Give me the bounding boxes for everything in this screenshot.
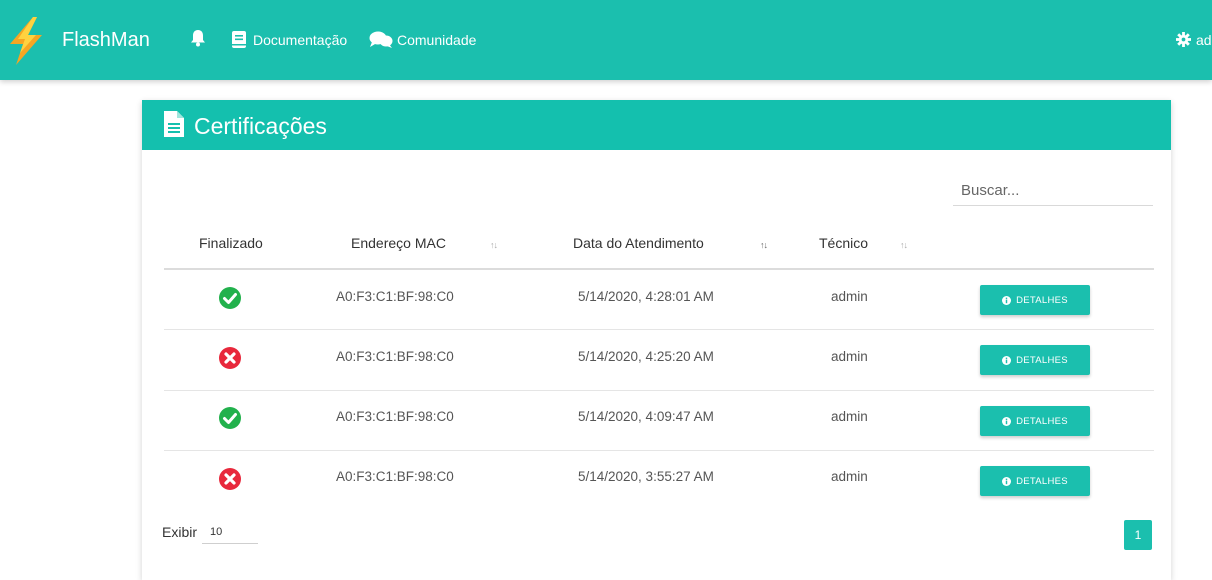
- date-cell: 5/14/2020, 4:25:20 AM: [578, 349, 714, 364]
- date-cell: 5/14/2020, 4:09:47 AM: [578, 409, 714, 424]
- column-header-tecnico[interactable]: Técnico: [819, 234, 868, 252]
- top-navbar: FlashMan Documentação Comunidade ad: [0, 0, 1212, 80]
- details-button[interactable]: DETALHES: [980, 345, 1090, 375]
- row-divider: [164, 329, 1154, 330]
- technician-cell: admin: [831, 349, 868, 364]
- info-icon: [1002, 476, 1012, 486]
- date-cell: 5/14/2020, 3:55:27 AM: [578, 469, 714, 484]
- nav-link-documentation-label: Documentação: [253, 32, 348, 48]
- technician-cell: admin: [831, 469, 868, 484]
- date-cell: 5/14/2020, 4:28:01 AM: [578, 289, 714, 304]
- user-menu-label: ad: [1196, 32, 1212, 48]
- row-divider: [164, 450, 1154, 451]
- comments-icon: [369, 31, 393, 48]
- book-icon: [232, 31, 246, 48]
- lightning-logo-icon[interactable]: [6, 17, 46, 65]
- page-size-select[interactable]: 10: [202, 520, 258, 544]
- sort-icon[interactable]: ↑↓: [490, 240, 498, 250]
- details-button-label: DETALHES: [1016, 294, 1068, 306]
- file-document-icon: [164, 111, 184, 137]
- check-circle-icon: [219, 287, 241, 309]
- nav-link-community-label: Comunidade: [397, 32, 477, 48]
- certifications-card: Certificações Finalizado Endereço MAC ↑↓…: [142, 100, 1171, 580]
- page-title: Certificações: [194, 113, 327, 139]
- row-divider: [164, 390, 1154, 391]
- info-icon: [1002, 295, 1012, 305]
- bell-icon[interactable]: [190, 29, 206, 47]
- search-field[interactable]: [953, 175, 1153, 206]
- technician-cell: admin: [831, 289, 868, 304]
- technician-cell: admin: [831, 409, 868, 424]
- brand-name[interactable]: FlashMan: [62, 28, 150, 52]
- pagination-page-button[interactable]: 1: [1124, 520, 1152, 550]
- x-circle-icon: [219, 347, 241, 369]
- mac-cell: A0:F3:C1:BF:98:C0: [336, 409, 454, 424]
- x-circle-icon: [219, 468, 241, 490]
- details-button-label: DETALHES: [1016, 354, 1068, 366]
- info-icon: [1002, 416, 1012, 426]
- column-header-mac[interactable]: Endereço MAC: [351, 234, 446, 252]
- sort-icon[interactable]: ↑↓: [900, 240, 908, 250]
- card-header: Certificações: [142, 100, 1171, 150]
- mac-cell: A0:F3:C1:BF:98:C0: [336, 469, 454, 484]
- page-size-label: Exibir: [162, 524, 198, 540]
- details-button-label: DETALHES: [1016, 415, 1068, 427]
- info-icon: [1002, 355, 1012, 365]
- details-button-label: DETALHES: [1016, 475, 1068, 487]
- mac-cell: A0:F3:C1:BF:98:C0: [336, 289, 454, 304]
- column-header-finalizado[interactable]: Finalizado: [199, 234, 263, 252]
- details-button[interactable]: DETALHES: [980, 466, 1090, 496]
- gear-icon: [1176, 32, 1191, 47]
- sort-icon[interactable]: ↑↓: [760, 240, 768, 250]
- header-divider: [164, 268, 1154, 270]
- search-input[interactable]: [959, 177, 1153, 203]
- details-button[interactable]: DETALHES: [980, 285, 1090, 315]
- details-button[interactable]: DETALHES: [980, 406, 1090, 436]
- check-circle-icon: [219, 407, 241, 429]
- column-header-date[interactable]: Data do Atendimento: [573, 234, 704, 252]
- mac-cell: A0:F3:C1:BF:98:C0: [336, 349, 454, 364]
